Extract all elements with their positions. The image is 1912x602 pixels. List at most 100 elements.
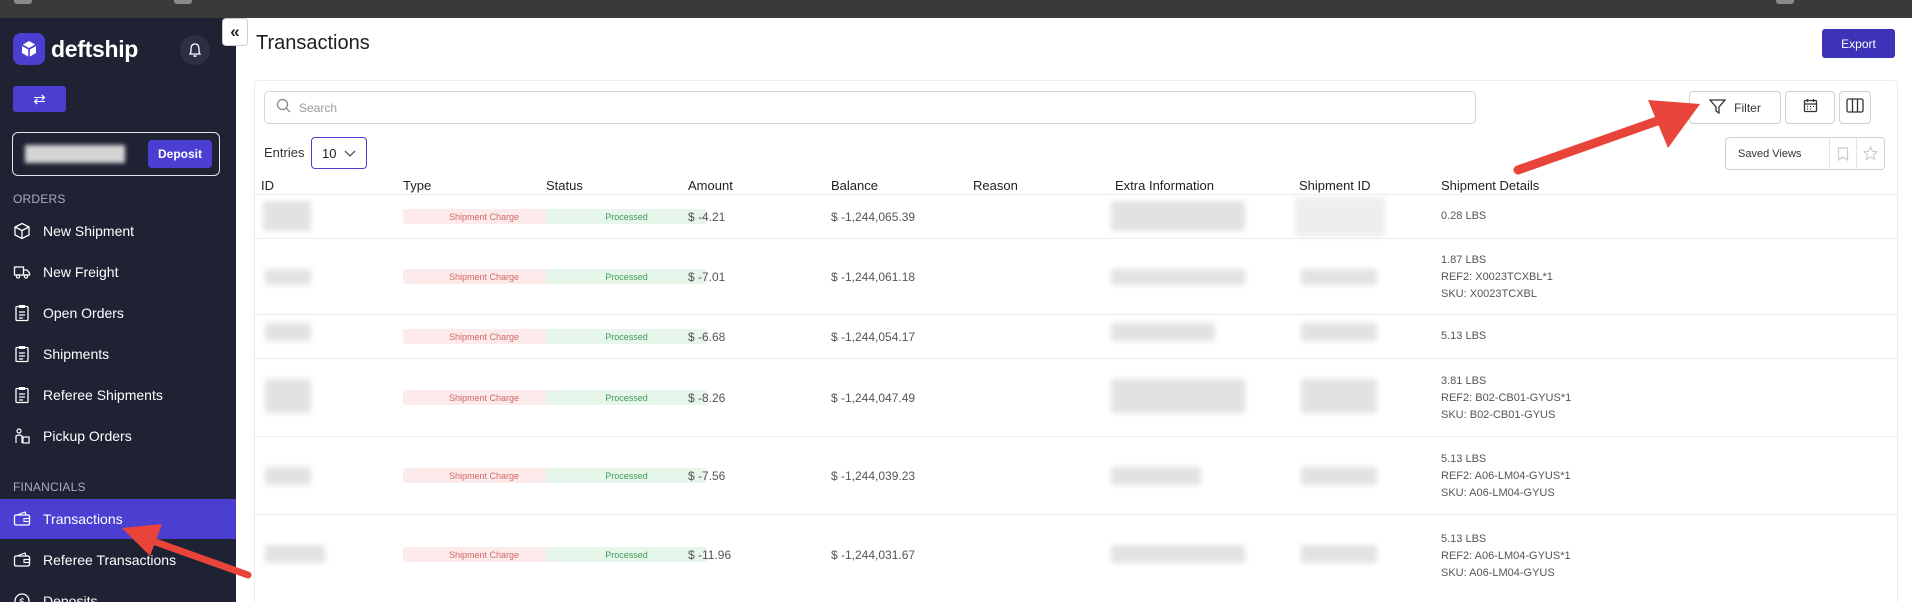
deposit-button[interactable]: Deposit [148,140,212,168]
extra-info-redacted [1111,379,1245,413]
status-badge: Processed [546,209,707,224]
nav-item-new-shipment[interactable]: New Shipment [0,211,236,251]
column-header-amount[interactable]: Amount [688,178,733,193]
nav-item-pickup-orders[interactable]: Pickup Orders [0,416,236,456]
shipment-id-redacted [1301,323,1377,341]
nav-item-referee-shipments[interactable]: Referee Shipments [0,375,236,415]
extra-info-redacted [1111,269,1245,285]
status-badge: Processed [546,269,707,284]
status-badge: Processed [546,329,707,344]
table-row[interactable]: Shipment Charge Processed $ -7.01 $ -1,2… [255,239,1899,315]
shipment-details-cell: 3.81 LBS REF2: B02-CB01-GYUS*1 SKU: B02-… [1441,373,1571,424]
star-icon[interactable] [1856,138,1884,169]
dollar-icon: $ [13,591,31,602]
amount-cell: $ -7.56 [688,469,726,483]
bookmark-icon[interactable] [1828,138,1857,169]
tab-stub [174,0,192,4]
table-row[interactable]: Shipment Charge Processed $ -11.96 $ -1,… [255,515,1899,595]
balance-cell: $ -1,244,031.67 [831,548,916,562]
table-row[interactable]: Shipment Charge Processed $ -4.21 $ -1,2… [255,195,1899,239]
search-icon [276,98,291,118]
table-row[interactable]: Shipment Charge Processed $ -8.26 $ -1,2… [255,359,1899,437]
column-header-type[interactable]: Type [403,178,431,193]
amount-cell: $ -4.21 [688,210,726,224]
column-header-extra-information[interactable]: Extra Information [1115,178,1214,193]
sidebar: deftship ⇄ Deposit ORDERS New Shipment N… [0,18,236,602]
type-badge: Shipment Charge [403,468,565,483]
type-badge: Shipment Charge [403,329,565,344]
table-row[interactable]: Shipment Charge Processed $ -7.56 $ -1,2… [255,437,1899,515]
tab-stub [1776,0,1794,4]
column-header-status[interactable]: Status [546,178,583,193]
column-header-shipment-id[interactable]: Shipment ID [1299,178,1371,193]
brand-logo[interactable]: deftship [13,33,138,65]
section-label-orders: ORDERS [13,192,66,206]
column-header-balance[interactable]: Balance [831,178,878,193]
shipment-details-cell: 5.13 LBS [1441,328,1486,345]
brand-name: deftship [51,35,139,62]
columns-toggle-button[interactable] [1839,91,1871,124]
date-range-button[interactable] [1785,91,1835,124]
extra-info-redacted [1111,467,1201,485]
nav-item-label: Referee Transactions [43,552,177,568]
nav-item-label: New Freight [43,264,119,280]
nav-item-label: Shipments [43,346,110,362]
id-redacted [265,545,325,563]
nav-item-shipments[interactable]: Shipments [0,334,236,374]
nav-item-label: Deposits [43,593,98,602]
table-row[interactable]: Shipment Charge Processed $ -6.68 $ -1,2… [255,315,1899,359]
columns-icon [1846,97,1864,118]
balance-cell: $ -1,244,047.49 [831,391,916,405]
shipment-details-cell: 0.28 LBS [1441,208,1486,225]
column-header-reason[interactable]: Reason [973,178,1018,193]
switch-account-button[interactable]: ⇄ [13,86,66,112]
detail-line: SKU: B02-CB01-GYUS [1441,409,1556,421]
shipment-details-cell: 5.13 LBS REF2: A06-LM04-GYUS*1 SKU: A06-… [1441,531,1571,582]
id-redacted [265,467,311,485]
shipment-id-redacted [1301,467,1377,485]
column-header-shipment-details[interactable]: Shipment Details [1441,178,1539,193]
amount-cell: $ -6.68 [688,330,726,344]
entries-select[interactable]: 10 [311,137,367,169]
amount-cell: $ -8.26 [688,391,726,405]
shipment-id-redacted [1301,379,1377,413]
status-badge: Processed [546,468,707,483]
shipment-details-cell: 1.87 LBS REF2: X0023TCXBL*1 SKU: X0023TC… [1441,252,1553,303]
column-header-id[interactable]: ID [261,178,274,193]
nav-item-label: Transactions [43,511,123,527]
transactions-panel: Search Filter Entries 10 Saved Views ID … [254,80,1899,602]
nav-item-new-freight[interactable]: New Freight [0,252,236,292]
export-button[interactable]: Export [1822,29,1895,58]
entries-label: Entries [264,145,305,160]
balance-cell: $ -1,244,061.18 [831,270,916,284]
clipboard-icon [13,303,31,323]
balance-deposit-panel: Deposit [12,132,220,176]
cube-icon [13,33,45,65]
section-label-financials: FINANCIALS [13,480,86,494]
type-badge: Shipment Charge [403,209,565,224]
filter-funnel-icon [1708,98,1727,117]
entries-value: 10 [322,145,337,161]
shipment-details-cell: 5.13 LBS REF2: A06-LM04-GYUS*1 SKU: A06-… [1441,451,1571,502]
double-chevron-left-icon: « [230,22,240,41]
detail-line: REF2: A06-LM04-GYUS*1 [1441,470,1571,482]
type-badge: Shipment Charge [403,547,565,562]
extra-info-redacted [1111,201,1245,231]
detail-line: SKU: A06-LM04-GYUS [1441,487,1555,499]
saved-views-control[interactable]: Saved Views [1725,137,1885,170]
nav-item-referee-transactions[interactable]: Referee Transactions [0,540,236,580]
search-input[interactable]: Search [264,91,1476,124]
nav-item-open-orders[interactable]: Open Orders [0,293,236,333]
status-badge: Processed [546,390,707,405]
nav-item-transactions[interactable]: Transactions [0,499,236,539]
nav-item-deposits[interactable]: $ Deposits [0,581,236,602]
search-placeholder: Search [299,100,338,115]
browser-top-bar [0,0,1912,18]
detail-line: REF2: A06-LM04-GYUS*1 [1441,550,1571,562]
collapse-sidebar-button[interactable]: « [222,18,248,46]
filter-button[interactable]: Filter [1689,91,1781,124]
clipboard-icon [13,344,31,364]
id-redacted [265,323,311,341]
notifications-bell-icon[interactable] [180,35,210,65]
nav-item-label: New Shipment [43,223,135,239]
